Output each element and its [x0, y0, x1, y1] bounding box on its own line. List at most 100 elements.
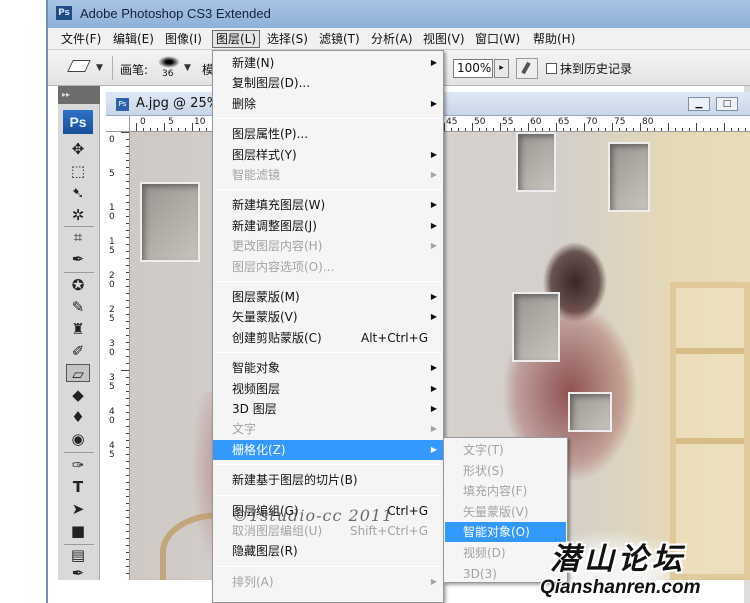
- minimize-document-button[interactable]: ▁: [688, 97, 710, 111]
- vertical-ruler[interactable]: 0 5 1 0 1 5 2 0 2 5 3 0 3 5 4 0 4 5: [106, 132, 130, 580]
- crop-tool-icon[interactable]: ⌗: [66, 228, 90, 246]
- healing-brush-tool-icon[interactable]: ✪: [66, 276, 90, 294]
- flow-input[interactable]: 100%: [453, 59, 493, 78]
- eraser-tool-selected-icon[interactable]: ▱: [66, 364, 90, 383]
- magic-wand-tool-icon[interactable]: ✲: [66, 206, 90, 224]
- layer-menu-item[interactable]: 复制图层(D)...: [213, 73, 443, 93]
- brush-picker-dropdown-icon[interactable]: ▼: [184, 63, 191, 73]
- eyedropper-tool-icon[interactable]: ✒: [66, 250, 90, 268]
- ruler-tick: [126, 482, 129, 483]
- layer-menu-item[interactable]: 3D 图层 ▶: [213, 399, 443, 419]
- type-tool-icon[interactable]: T: [66, 478, 90, 496]
- path-selection-tool-icon[interactable]: ➤: [66, 500, 90, 518]
- flow-slider-button[interactable]: ▸: [494, 59, 509, 78]
- ruler-v-label: 4 5: [109, 441, 115, 460]
- ruler-tick: [126, 531, 129, 532]
- brush-tool-icon[interactable]: ✎: [66, 298, 90, 316]
- layer-menu-item[interactable]: 图层样式(Y) ▶: [213, 145, 443, 165]
- ruler-tick: [535, 128, 536, 131]
- ruler-tick: [126, 300, 129, 301]
- pen-tool-icon[interactable]: ✑: [66, 456, 90, 474]
- menu-3[interactable]: 图层(L): [212, 30, 261, 48]
- layer-menu-item[interactable]: 新建调整图层(J) ▶: [213, 216, 443, 236]
- ruler-origin[interactable]: [106, 116, 130, 132]
- blur-tool-icon[interactable]: ♦: [66, 408, 90, 426]
- marquee-tool-icon[interactable]: ⬚: [66, 162, 90, 180]
- ps-logo[interactable]: Ps: [63, 110, 93, 134]
- menu-1[interactable]: 编辑(E): [110, 31, 157, 47]
- layer-menu-item[interactable]: 栅格化(Z) ▶: [213, 439, 443, 460]
- ruler-tick: [717, 128, 718, 131]
- ruler-tick: [472, 123, 473, 131]
- clone-stamp-tool-icon[interactable]: ♜: [66, 320, 90, 338]
- brush-label: 画笔:: [120, 63, 149, 77]
- lasso-tool-icon[interactable]: ➷: [66, 184, 90, 202]
- menu-separator: [215, 189, 441, 191]
- notes-tool-icon[interactable]: ▤: [66, 546, 90, 564]
- layer-menu-item[interactable]: 图层属性(P)...: [213, 124, 443, 144]
- shape-tool-icon[interactable]: ■: [66, 522, 90, 540]
- menu-2[interactable]: 图像(I): [162, 31, 205, 47]
- maximize-document-button[interactable]: □: [716, 97, 738, 111]
- menu-5[interactable]: 滤镜(T): [316, 31, 363, 47]
- ruler-tick: [126, 153, 129, 154]
- ruler-tick: [126, 447, 129, 448]
- ruler-tick: [126, 258, 129, 259]
- ruler-tick: [126, 279, 129, 280]
- ruler-tick: [507, 128, 508, 131]
- toolbox-header[interactable]: ▸▸: [58, 86, 100, 104]
- layer-menu-item[interactable]: 创建剪贴蒙版(C) Alt+Ctrl+G: [213, 328, 443, 348]
- ruler-tick: [126, 265, 129, 266]
- ruler-tick: [126, 454, 129, 455]
- layer-menu-item[interactable]: 新建(N) ▶: [213, 53, 443, 73]
- ruler-tick: [675, 128, 676, 131]
- ruler-tick: [126, 461, 129, 462]
- layer-menu-item[interactable]: 新建基于图层的切片(B): [213, 470, 443, 490]
- ruler-tick: [126, 384, 129, 385]
- layer-menu-item[interactable]: 删除 ▶: [213, 94, 443, 114]
- ruler-tick: [126, 419, 129, 420]
- layer-menu-item[interactable]: 隐藏图层(R): [213, 541, 443, 561]
- ruler-tick: [126, 188, 129, 189]
- ruler-tick: [206, 128, 207, 131]
- ruler-tick: [157, 128, 158, 131]
- menu-item-label: 智能对象: [232, 361, 281, 376]
- paint-bucket-tool-icon[interactable]: ◆: [66, 386, 90, 404]
- layer-menu-item[interactable]: 智能对象 ▶: [213, 358, 443, 378]
- ruler-h-label: 55: [502, 117, 514, 127]
- eyedropper-2-tool-icon[interactable]: ✒: [66, 564, 90, 582]
- history-brush-tool-icon[interactable]: ✐: [66, 342, 90, 360]
- menu-0[interactable]: 文件(F): [58, 31, 104, 47]
- menu-6[interactable]: 分析(A): [368, 31, 416, 47]
- ruler-tick: [199, 128, 200, 131]
- ruler-tick: [126, 363, 129, 364]
- ruler-tick: [126, 244, 129, 245]
- layer-menu-item[interactable]: 新建填充图层(W) ▶: [213, 195, 443, 215]
- ruler-tick: [192, 123, 193, 131]
- brush-preview-icon[interactable]: [158, 56, 180, 68]
- ruler-tick: [126, 230, 129, 231]
- layer-menu-item[interactable]: 矢量蒙版(V) ▶: [213, 307, 443, 327]
- move-tool-icon[interactable]: ✥: [66, 140, 90, 158]
- menu-9[interactable]: 帮助(H): [530, 31, 578, 47]
- erase-history-checkbox[interactable]: [546, 63, 557, 74]
- airbrush-icon[interactable]: [516, 58, 538, 79]
- layer-menu-item[interactable]: 视频图层 ▶: [213, 379, 443, 399]
- menu-separator: [215, 352, 441, 354]
- menu-separator: [215, 464, 441, 466]
- menu-4[interactable]: 选择(S): [264, 31, 311, 47]
- menu-7[interactable]: 视图(V): [420, 31, 468, 47]
- menu-item-label: 新建填充图层(W): [232, 198, 326, 213]
- menu-8[interactable]: 窗口(W): [472, 31, 523, 47]
- tool-preset-dropdown-icon[interactable]: ▼: [96, 63, 103, 73]
- menu-item-label: 矢量蒙版(V): [232, 310, 298, 325]
- ruler-tick: [126, 272, 129, 273]
- dodge-tool-icon[interactable]: ◉: [66, 430, 90, 448]
- layer-menu-item[interactable]: 图层蒙版(M) ▶: [213, 287, 443, 307]
- brand-url: Qianshanren.com: [540, 577, 701, 598]
- ruler-tick: [633, 128, 634, 131]
- ruler-tick: [126, 307, 129, 308]
- ruler-tick: [126, 468, 129, 469]
- eraser-tool-icon[interactable]: [67, 60, 91, 72]
- wall-niche: [512, 292, 560, 362]
